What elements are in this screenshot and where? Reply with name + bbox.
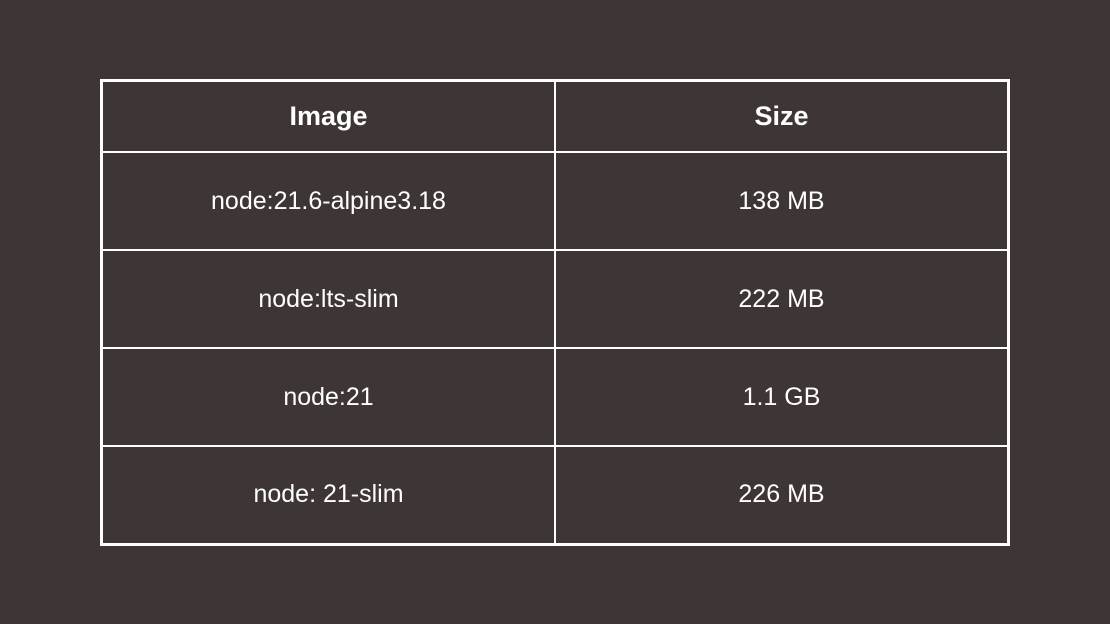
cell-image: node:21.6-alpine3.18 bbox=[102, 152, 556, 250]
cell-image: node:21 bbox=[102, 348, 556, 446]
table: Image Size node:21.6-alpine3.18 138 MB n… bbox=[100, 79, 1010, 546]
image-size-table: Image Size node:21.6-alpine3.18 138 MB n… bbox=[100, 79, 1010, 546]
table-row: node:lts-slim 222 MB bbox=[102, 250, 1009, 348]
cell-size: 1.1 GB bbox=[555, 348, 1009, 446]
cell-size: 222 MB bbox=[555, 250, 1009, 348]
column-header-image: Image bbox=[102, 80, 556, 152]
table-row: node: 21-slim 226 MB bbox=[102, 446, 1009, 544]
column-header-size: Size bbox=[555, 80, 1009, 152]
table-row: node:21.6-alpine3.18 138 MB bbox=[102, 152, 1009, 250]
cell-image: node: 21-slim bbox=[102, 446, 556, 544]
cell-size: 226 MB bbox=[555, 446, 1009, 544]
cell-size: 138 MB bbox=[555, 152, 1009, 250]
table-row: node:21 1.1 GB bbox=[102, 348, 1009, 446]
table-header-row: Image Size bbox=[102, 80, 1009, 152]
cell-image: node:lts-slim bbox=[102, 250, 556, 348]
